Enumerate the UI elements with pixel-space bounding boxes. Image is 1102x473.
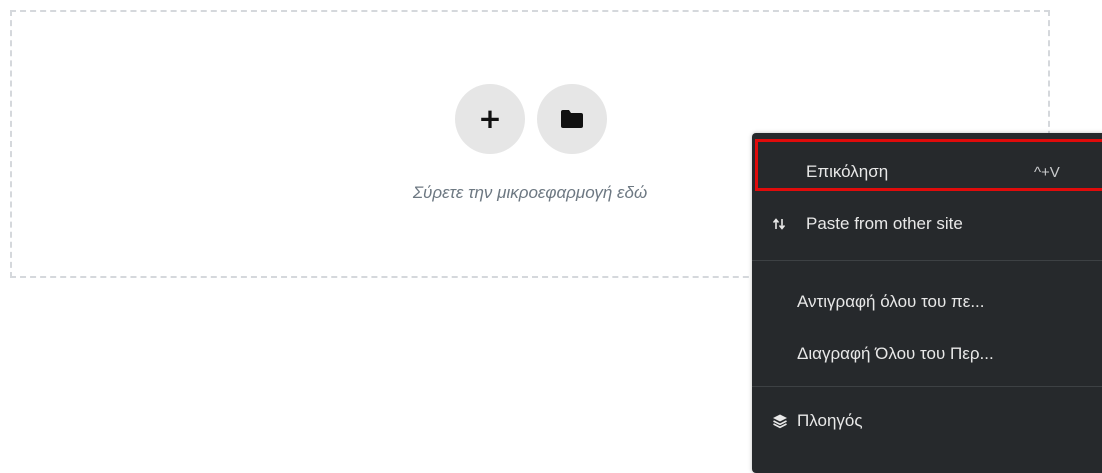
drag-widget-hint: Σύρετε την μικροεφαρμογή εδώ — [412, 183, 648, 202]
menu-item-label: Αντιγραφή όλου του πε... — [797, 292, 985, 311]
menu-divider — [752, 386, 1102, 387]
layers-icon — [772, 413, 788, 429]
menu-item-paste-from-other-site[interactable]: Paste from other site — [752, 199, 1102, 249]
folder-icon — [561, 110, 583, 128]
context-menu: Επικόληση ^+V Paste from other site Αντι… — [752, 133, 1102, 473]
highlight-box — [755, 139, 1102, 191]
menu-item-label: Διαγραφή Όλου του Περ... — [797, 344, 994, 363]
menu-item-delete-all-content[interactable]: Διαγραφή Όλου του Περ... — [752, 329, 1102, 379]
menu-item-label: Paste from other site — [806, 214, 963, 233]
add-template-button[interactable] — [537, 84, 607, 154]
menu-item-copy-all-content[interactable]: Αντιγραφή όλου του πε... — [752, 277, 1102, 327]
paste-arrows-icon — [772, 217, 786, 231]
menu-item-label: Πλοηγός — [797, 411, 863, 430]
add-section-button[interactable]: + — [455, 84, 525, 154]
plus-icon: + — [478, 102, 502, 135]
menu-item-navigator[interactable]: Πλοηγός — [752, 396, 1102, 446]
menu-divider — [752, 260, 1102, 261]
